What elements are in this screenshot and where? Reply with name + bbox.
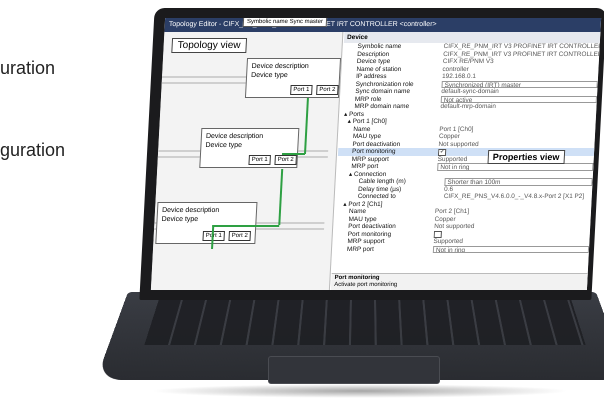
laptop-shadow <box>150 384 570 398</box>
device-description: Device description <box>161 207 220 214</box>
port-1-button[interactable]: Port 1 <box>202 231 225 241</box>
port-2-button[interactable]: Port 2 <box>228 231 251 241</box>
port-2-button[interactable]: Port 2 <box>316 85 339 95</box>
port2-monitoring-checkbox[interactable] <box>433 230 442 238</box>
device-description: Device description <box>205 133 264 140</box>
mrp-role-dropdown[interactable]: Not active <box>440 95 598 103</box>
port-1-button[interactable]: Port 1 <box>290 85 313 95</box>
device-box-3[interactable]: Device description Device type Port 1 Por… <box>155 202 258 244</box>
properties-view-label: Properties view <box>487 150 565 164</box>
symbolic-name-tooltip: Symbolic name Sync master <box>242 18 328 27</box>
properties-list: Symbolic name CIFX_RE_PNM_IRT V3 PROFINET… <box>333 43 600 253</box>
properties-panel: Device Symbolic name CIFX_RE_PNM_IRT V3 P… <box>330 32 601 290</box>
mrp-port2-dropdown[interactable]: Not in ring <box>432 245 590 253</box>
device-box-2[interactable]: Device description Device type Port 1 Por… <box>199 128 300 168</box>
topology-view[interactable]: Topology view Device description Device t… <box>150 32 344 290</box>
window-titlebar: Topology Editor - CIFX_RE_PNM_IRT V3 PRO… <box>164 18 602 32</box>
sync-role-dropdown[interactable]: Synchronized (IRT) master <box>441 80 598 88</box>
port-link-line <box>278 169 283 225</box>
device-box-1[interactable]: Device description Device type Port 1 Por… <box>244 58 342 98</box>
laptop-keyboard <box>144 296 586 346</box>
status-description: Port monitoring Activate port monitoring <box>330 273 594 290</box>
port-2-button[interactable]: Port 2 <box>274 155 297 165</box>
device-type: Device type <box>250 72 288 79</box>
port-1-button[interactable]: Port 1 <box>248 155 271 165</box>
device-description: Device description <box>251 63 309 70</box>
device-type: Device type <box>161 216 199 223</box>
laptop-touchpad <box>268 356 440 384</box>
port-link-line <box>281 153 306 155</box>
device-type: Device type <box>205 142 243 149</box>
mrp-port-dropdown[interactable]: Not in ring <box>437 163 594 171</box>
topology-view-label: Topology view <box>171 38 247 53</box>
port-link-line <box>304 98 309 154</box>
cable-length-dropdown[interactable]: Shorter than 100m <box>444 178 593 186</box>
laptop-screen: Topology Editor - CIFX_RE_PNM_IRT V3 PRO… <box>150 18 602 290</box>
background-text-2: guration <box>0 140 66 160</box>
properties-section-device: Device <box>343 32 601 43</box>
port-link-line <box>212 225 280 227</box>
background-text-1: uration <box>0 58 56 78</box>
